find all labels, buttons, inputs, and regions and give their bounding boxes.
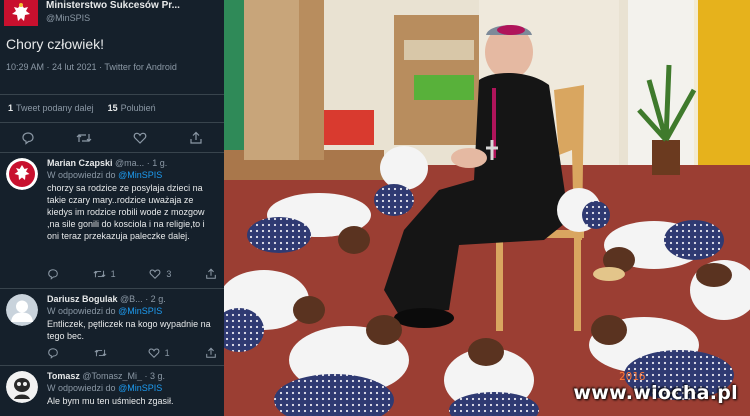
post-header: Ministerstwo Sukcesów Pr... @MinSPIS xyxy=(4,0,196,26)
share-button[interactable] xyxy=(205,347,217,359)
like-icon[interactable] xyxy=(148,347,160,359)
reply-header: Marian Czapski @ma... · 1 g. xyxy=(47,158,222,168)
reply-button[interactable] xyxy=(47,347,59,359)
replying-to: W odpowiedzi do @MinSPIS xyxy=(47,383,162,393)
likes-stat[interactable]: 15 Polubień xyxy=(108,103,156,113)
like-button[interactable]: 3 xyxy=(149,268,171,280)
retweet-icon[interactable] xyxy=(76,130,92,146)
like-icon[interactable] xyxy=(149,268,161,280)
retweets-stat[interactable]: 1 Tweet podany dalej xyxy=(8,103,94,113)
post-meta: 10:29 AM · 24 lut 2021 · Twitter for And… xyxy=(6,62,177,72)
reply-icon[interactable] xyxy=(47,268,59,280)
divider xyxy=(0,94,224,95)
retweets-label: Tweet podany dalej xyxy=(16,103,94,113)
post-text: Chory człowiek! xyxy=(6,36,105,52)
reply-item[interactable]: Tomasz @Tomasz_Mi_ · 3 g. W odpowiedzi d… xyxy=(0,366,224,416)
replying-to: W odpowiedzi do @MinSPIS xyxy=(47,306,162,316)
author-name[interactable]: Ministerstwo Sukcesów Pr... xyxy=(46,0,196,11)
avatar[interactable] xyxy=(6,371,38,403)
retweet-button[interactable] xyxy=(94,347,112,359)
retweet-button[interactable]: 1 xyxy=(93,268,116,280)
reply-button[interactable] xyxy=(47,268,59,280)
share-icon[interactable] xyxy=(205,268,217,280)
share-icon[interactable] xyxy=(205,347,217,359)
reply-actions: 1 xyxy=(47,347,217,359)
reply-icon[interactable] xyxy=(47,347,59,359)
replying-to: W odpowiedzi do @MinSPIS xyxy=(47,170,162,180)
retweet-icon[interactable] xyxy=(94,347,107,359)
like-icon[interactable] xyxy=(132,130,148,146)
reply-text: Entliczek, pętliczek na kogo wypadnie na… xyxy=(47,319,211,341)
retweet-count: 1 xyxy=(110,269,116,279)
reply-author-name[interactable]: Dariusz Bogulak xyxy=(47,294,118,304)
embedded-photo[interactable]: www.wiocha.pl 2016 xyxy=(224,0,750,416)
reply-time[interactable]: · 1 g. xyxy=(147,158,168,168)
retweet-icon[interactable] xyxy=(93,268,106,280)
reply-time[interactable]: · 2 g. xyxy=(145,294,166,304)
reply-author-handle[interactable]: @ma... xyxy=(115,158,144,168)
share-icon[interactable] xyxy=(188,130,204,146)
replying-to-mention[interactable]: @MinSPIS xyxy=(118,306,162,316)
replying-to-prefix: W odpowiedzi do xyxy=(47,383,116,393)
divider xyxy=(0,122,224,123)
author-handle[interactable]: @MinSPIS xyxy=(46,13,196,23)
reply-author-handle[interactable]: @Tomasz_Mi_ xyxy=(82,371,142,381)
reply-header: Dariusz Bogulak @B... · 2 g. xyxy=(47,294,222,304)
reply-item[interactable]: Marian Czapski @ma... · 1 g. W odpowiedz… xyxy=(0,153,224,288)
reply-time[interactable]: · 3 g. xyxy=(145,371,166,381)
tweet-panel: Ministerstwo Sukcesów Pr... @MinSPIS Cho… xyxy=(0,0,224,416)
reply-author-name[interactable]: Tomasz xyxy=(47,371,80,381)
photo-date-stamp: 2016 xyxy=(619,370,646,383)
reply-text: chorzy sa rodzice ze posylaja dzieci na … xyxy=(47,183,205,241)
like-button[interactable]: 1 xyxy=(148,347,170,359)
share-button[interactable] xyxy=(205,268,217,280)
reply-header: Tomasz @Tomasz_Mi_ · 3 g. xyxy=(47,371,222,381)
avatar[interactable] xyxy=(4,0,38,26)
author-block: Ministerstwo Sukcesów Pr... @MinSPIS xyxy=(46,0,196,23)
likes-label: Polubień xyxy=(120,103,156,113)
reply-text: Ale bym mu ten uśmiech zgasił. xyxy=(47,396,174,406)
reply-icon[interactable] xyxy=(20,130,36,146)
post-stats: 1 Tweet podany dalej 15 Polubień xyxy=(8,103,156,113)
retweets-count: 1 xyxy=(8,103,14,113)
reply-item[interactable]: Dariusz Bogulak @B... · 2 g. W odpowiedz… xyxy=(0,289,224,364)
watermark: www.wiocha.pl xyxy=(573,382,738,404)
likes-count: 15 xyxy=(107,103,118,113)
replying-to-prefix: W odpowiedzi do xyxy=(47,170,116,180)
reply-author-name[interactable]: Marian Czapski xyxy=(47,158,113,168)
avatar[interactable] xyxy=(6,294,38,326)
replying-to-mention[interactable]: @MinSPIS xyxy=(118,383,162,393)
like-count: 3 xyxy=(166,269,172,279)
replying-to-prefix: W odpowiedzi do xyxy=(47,306,116,316)
photo-illustration xyxy=(224,0,750,416)
reply-author-handle[interactable]: @B... xyxy=(120,294,143,304)
replying-to-mention[interactable]: @MinSPIS xyxy=(118,170,162,180)
post-actions xyxy=(0,128,224,148)
like-count: 1 xyxy=(164,348,170,358)
reply-actions: 1 3 xyxy=(47,268,217,280)
avatar[interactable] xyxy=(6,158,38,190)
